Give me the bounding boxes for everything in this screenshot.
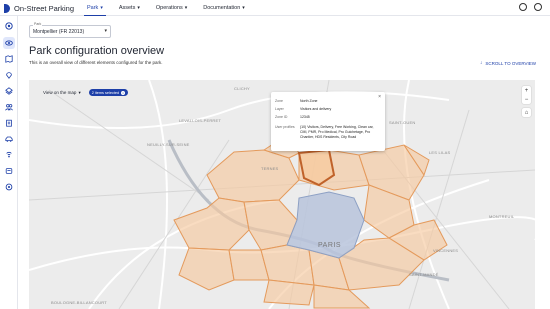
map-label-saint-ouen: SAINT-OUEN — [389, 120, 416, 125]
nav-operations[interactable]: Operations ▾ — [153, 0, 190, 16]
layers-icon[interactable] — [3, 85, 15, 97]
map-label-paris: PARIS — [318, 242, 341, 249]
ticket-icon[interactable] — [3, 165, 15, 177]
zone[interactable] — [178, 247, 235, 291]
nav-documentation[interactable]: Documentation ▾ — [200, 0, 248, 16]
popup-layer-key: Layer — [275, 107, 284, 111]
popup-zone-key: Zone — [275, 99, 283, 103]
map-label-clichy: CLICHY — [234, 86, 250, 91]
zone[interactable] — [173, 197, 250, 251]
popup-layer-row: Layer Visitors and delivery — [275, 107, 331, 111]
park-select-value: Montpellier (FR 22013) — [33, 29, 85, 35]
home-icon[interactable] — [3, 20, 15, 32]
car-icon[interactable] — [3, 133, 15, 145]
map-label-neuilly: NEUILLY-SUR-SEINE — [147, 142, 190, 147]
popup-id-value: 12345 — [300, 115, 310, 119]
zone[interactable] — [263, 279, 315, 306]
account-icon[interactable] — [534, 3, 542, 11]
nav-operations-label: Operations — [155, 5, 183, 11]
map-label-levallois: LEVALLOIS-PERRET — [179, 118, 222, 123]
zoom-in-button[interactable]: + — [522, 86, 531, 95]
park-select[interactable]: Park Montpellier (FR 22013) ▾ — [29, 22, 111, 38]
top-bar: On-Street Parking Park ▾ Assets ▾ Operatio… — [0, 0, 550, 16]
app-name: On-Street Parking — [14, 3, 75, 13]
reset-view-control: ⌂ — [522, 108, 531, 117]
map-label-boulogne: BOULOGNE-BILLANCOURT — [51, 300, 107, 305]
view-on-map-dropdown[interactable]: View on the map ▾ — [43, 90, 81, 96]
selection-chip-label: 2 items selected — [91, 90, 120, 95]
map-label-saint-mande: SAINT-MANDÉ — [409, 272, 439, 277]
page-subtitle: This is an overall view of different ele… — [29, 60, 163, 65]
popup-id-key: Zone ID — [275, 115, 288, 119]
chevron-down-icon: ▾ — [100, 4, 103, 11]
nav-park[interactable]: Park ▾ — [84, 0, 106, 16]
map-toolbar: View on the map ▾ 2 items selected × — [43, 89, 129, 96]
settings-icon[interactable] — [3, 181, 15, 193]
location-pin-icon[interactable] — [3, 69, 15, 81]
map-icon[interactable] — [3, 53, 15, 65]
popup-layer-value: Visitors and delivery — [300, 107, 332, 111]
popup-id-row: Zone ID 12345 — [275, 115, 310, 119]
nav-assets-label: Assets — [118, 5, 136, 11]
nav-park-label: Park — [87, 4, 99, 11]
zoom-controls: + − — [522, 86, 531, 104]
compass-icon[interactable]: ⌂ — [522, 108, 531, 117]
support-icon[interactable] — [519, 3, 527, 11]
brand[interactable]: On-Street Parking — [4, 3, 74, 13]
map-label-ternes: TERNES — [261, 166, 279, 171]
park-map[interactable]: CLICHY LEVALLOIS-PERRET NEUILLY-SUR-SEIN… — [29, 80, 535, 309]
popup-profiles-value: (10) Visitors, Delivery, Free Working, C… — [300, 125, 374, 139]
nav-assets[interactable]: Assets ▾ — [116, 0, 143, 16]
users-icon[interactable] — [3, 101, 15, 113]
popup-zone-value: North Zone — [300, 99, 318, 103]
zoom-out-button[interactable]: − — [522, 95, 531, 104]
zone-info-popup: × Zone North Zone Layer Visitors and deliv… — [271, 92, 385, 151]
view-on-map-label: View on the map — [43, 89, 77, 95]
selection-chip[interactable]: 2 items selected × — [88, 89, 129, 96]
map-label-montreuil: MONTREUIL — [489, 214, 515, 219]
park-select-label: Park — [33, 22, 43, 26]
chevron-down-icon: ▾ — [78, 89, 81, 95]
popup-zone-row: Zone North Zone — [275, 99, 318, 103]
zone[interactable] — [206, 149, 300, 203]
clipboard-icon[interactable] — [3, 117, 15, 129]
map-label-vincennes: VINCENNES — [433, 248, 459, 253]
chevron-down-icon: ▾ — [242, 5, 245, 11]
overview-eye-icon[interactable] — [3, 37, 15, 49]
chevron-down-icon: ▾ — [184, 5, 188, 11]
nav-documentation-label: Documentation — [203, 5, 241, 11]
main-nav: Park ▾ Assets ▾ Operations ▾ Documentation ▾ — [84, 0, 258, 16]
brand-logo-icon — [4, 3, 10, 13]
page-title: Park configuration overview — [29, 45, 165, 57]
scroll-to-overview-label: SCROLL TO OVERVIEW — [485, 60, 536, 66]
popup-profiles-key: User profiles — [275, 125, 295, 129]
left-rail — [0, 16, 18, 309]
close-icon[interactable]: × — [378, 94, 381, 100]
scroll-to-overview-link[interactable]: ↓ SCROLL TO OVERVIEW — [480, 60, 536, 66]
top-icons — [512, 3, 542, 11]
zone[interactable] — [260, 244, 315, 286]
map-label-lilas: LES LILAS — [429, 150, 451, 155]
close-icon[interactable]: × — [121, 90, 126, 95]
chevron-down-icon: ▾ — [137, 5, 140, 11]
arrow-down-icon: ↓ — [479, 60, 483, 66]
popup-profiles-row: User profiles (10) Visitors, Delivery, Fr… — [275, 125, 381, 140]
signal-icon[interactable] — [3, 149, 15, 161]
chevron-down-icon: ▾ — [104, 28, 107, 34]
